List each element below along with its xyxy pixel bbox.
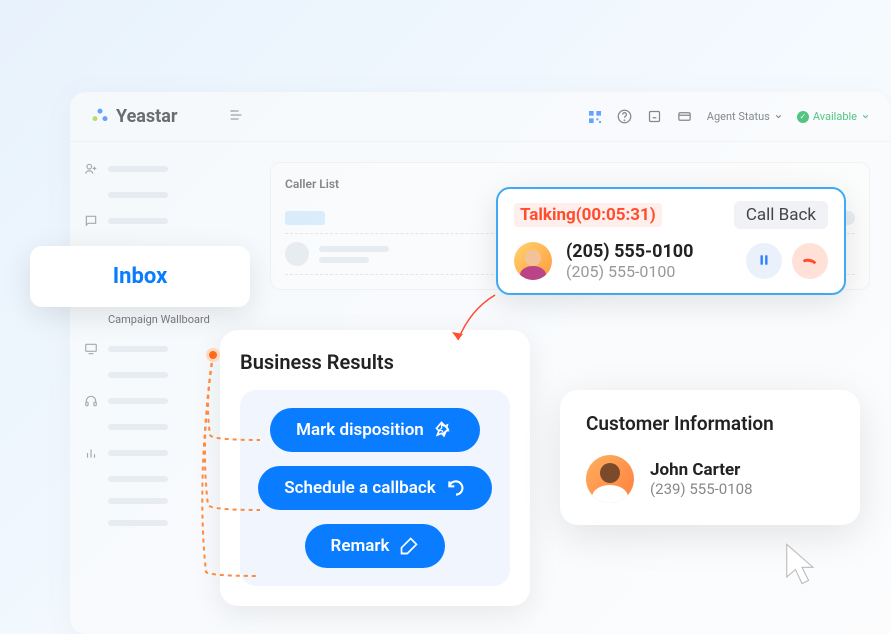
active-call-card: Talking(00:05:31) Call Back (205) 555-01…	[496, 187, 846, 295]
customer-name: John Carter	[650, 460, 753, 480]
inbox-title: Inbox	[58, 264, 222, 289]
edit-icon	[399, 536, 419, 556]
sidebar-label: Campaign Wallboard	[108, 313, 210, 326]
placeholder	[319, 246, 389, 252]
callback-button[interactable]: Call Back	[734, 201, 828, 229]
help-icon[interactable]	[617, 109, 633, 125]
customer-row[interactable]: John Carter (239) 555-0108	[586, 455, 834, 503]
sidebar-item[interactable]	[78, 184, 242, 206]
logo-mark-icon	[90, 107, 110, 127]
dialpad-icon[interactable]	[647, 109, 663, 125]
sidebar-item[interactable]	[78, 438, 242, 468]
pause-icon	[757, 252, 771, 271]
app-logo: Yeastar	[90, 106, 178, 127]
placeholder	[108, 372, 168, 378]
availability-dropdown[interactable]: ✓ Available	[797, 110, 870, 123]
placeholder	[108, 346, 168, 352]
brand-name: Yeastar	[116, 106, 178, 127]
available-label: Available	[813, 110, 857, 123]
status-check-icon: ✓	[797, 111, 809, 123]
customer-info-title: Customer Information	[586, 412, 834, 435]
agent-status-label: Agent Status	[707, 110, 770, 123]
placeholder	[108, 476, 168, 482]
chat-icon	[84, 214, 98, 228]
mark-disposition-button[interactable]: Mark disposition	[270, 408, 480, 452]
arrow-annotation	[440, 290, 510, 360]
user-plus-icon	[84, 162, 98, 176]
avatar-placeholder	[285, 242, 309, 266]
business-results-card: Business Results Mark disposition Schedu…	[220, 330, 530, 606]
pause-call-button[interactable]	[746, 243, 782, 279]
placeholder	[108, 192, 168, 198]
sidebar-item-campaign-wallboard[interactable]: Campaign Wallboard	[78, 305, 242, 334]
undo-icon	[446, 478, 466, 498]
chevron-down-icon	[774, 112, 783, 121]
business-actions-container: Mark disposition Schedule a callback Rem…	[240, 390, 510, 586]
placeholder	[108, 218, 168, 224]
topbar-right: Agent Status ✓ Available	[587, 109, 870, 125]
sidebar-item[interactable]	[78, 468, 242, 490]
agent-status-dropdown[interactable]: Agent Status	[707, 110, 783, 123]
placeholder	[285, 211, 325, 225]
placeholder	[108, 520, 168, 526]
caller-primary-number: (205) 555-0100	[566, 241, 732, 262]
customer-avatar	[586, 455, 634, 503]
card-icon[interactable]	[677, 109, 693, 125]
call-status-label: Talking(00:05:31)	[514, 203, 662, 227]
schedule-callback-button[interactable]: Schedule a callback	[258, 466, 491, 510]
headset-icon	[84, 394, 98, 408]
button-label: Mark disposition	[296, 420, 424, 440]
placeholder	[108, 166, 168, 172]
remark-button[interactable]: Remark	[305, 524, 446, 568]
phone-hangup-icon	[801, 250, 819, 272]
placeholder	[108, 398, 168, 404]
placeholder	[108, 450, 168, 456]
sidebar-item[interactable]	[78, 512, 242, 534]
button-label: Remark	[331, 536, 390, 556]
sidebar-item[interactable]	[78, 364, 242, 386]
cursor-icon	[780, 540, 824, 592]
button-label: Schedule a callback	[284, 478, 435, 498]
placeholder	[108, 498, 168, 504]
chevron-down-icon	[861, 112, 870, 121]
caller-avatar	[514, 242, 552, 280]
sidebar-item[interactable]	[78, 416, 242, 438]
placeholder	[319, 257, 369, 263]
connector-origin-dot	[206, 348, 220, 362]
qr-icon[interactable]	[587, 109, 603, 125]
caller-secondary-number: (205) 555-0100	[566, 262, 732, 281]
placeholder	[108, 424, 168, 430]
sidebar-item[interactable]	[78, 490, 242, 512]
chart-icon	[84, 446, 98, 460]
pin-icon	[434, 420, 454, 440]
collapse-sidebar-icon[interactable]	[228, 107, 244, 127]
monitor-icon	[84, 342, 98, 356]
hangup-button[interactable]	[792, 243, 828, 279]
sidebar-item[interactable]	[78, 154, 242, 184]
customer-phone: (239) 555-0108	[650, 480, 753, 498]
customer-info-card: Customer Information John Carter (239) 5…	[560, 390, 860, 525]
sidebar-item[interactable]	[78, 386, 242, 416]
topbar: Yeastar Agent Status ✓ Available	[70, 92, 890, 142]
inbox-highlight-card: Inbox	[30, 246, 250, 307]
sidebar-item[interactable]	[78, 206, 242, 236]
